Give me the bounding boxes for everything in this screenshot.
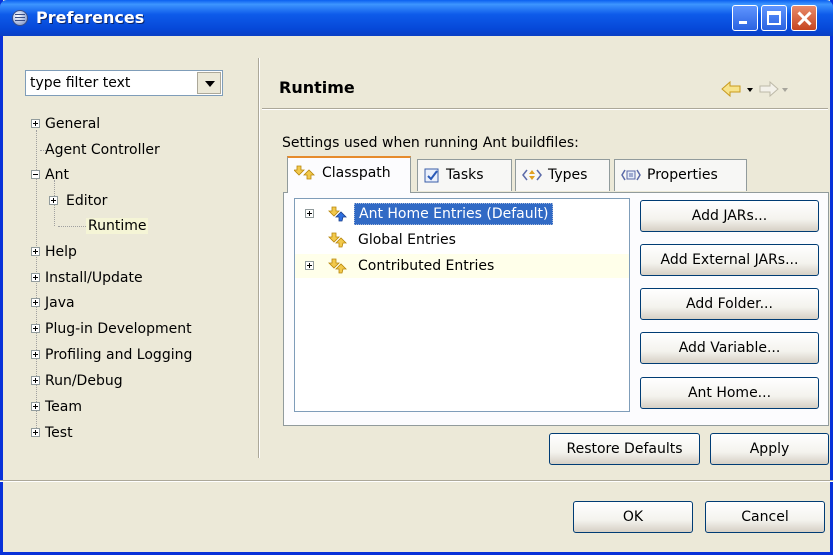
filter-combo[interactable]: type filter text	[25, 70, 223, 96]
tree-item-label: General	[45, 116, 101, 132]
tab-label: Tasks	[446, 167, 484, 183]
ok-button[interactable]: OK	[573, 501, 693, 533]
classpath-entry[interactable]: Global Entries	[295, 228, 629, 252]
ant-home-entries-icon	[328, 206, 347, 222]
tree-item-runtime[interactable]: Runtime	[86, 217, 149, 235]
tasks-icon	[424, 168, 439, 183]
maximize-button[interactable]	[761, 5, 787, 31]
ant-home-button[interactable]: Ant Home...	[640, 377, 819, 409]
expand-icon[interactable]	[31, 298, 40, 307]
types-icon	[522, 169, 542, 181]
back-menu-chevron-icon[interactable]	[747, 88, 753, 92]
tree-item-label: Plug-in Development	[45, 321, 192, 337]
forward-menu-chevron-icon[interactable]	[782, 88, 788, 92]
classpath-entry[interactable]: Contributed Entries	[295, 254, 629, 278]
classpath-tree[interactable]: Ant Home Entries (Default) Global Entrie…	[294, 198, 630, 412]
expand-icon[interactable]	[305, 261, 314, 270]
cancel-button[interactable]: Cancel	[705, 501, 825, 533]
title-bar[interactable]: Preferences	[0, 0, 833, 36]
tree-item-label: Run/Debug	[45, 373, 123, 389]
tab-label: Types	[548, 167, 588, 183]
classpath-entry-label: Ant Home Entries (Default)	[354, 203, 554, 225]
tree-item-label: Runtime	[86, 218, 149, 234]
minimize-button[interactable]	[732, 5, 758, 31]
forward-arrow-icon[interactable]	[759, 80, 779, 98]
expand-icon[interactable]	[31, 324, 40, 333]
chevron-down-icon[interactable]	[197, 72, 221, 94]
expand-icon[interactable]	[31, 119, 40, 128]
collapse-icon[interactable]	[31, 170, 40, 179]
header-separator	[262, 108, 828, 110]
add-variable-button[interactable]: Add Variable...	[640, 332, 819, 364]
classpath-entry-label: Contributed Entries	[358, 258, 495, 274]
close-button[interactable]	[791, 5, 817, 31]
classpath-icon	[294, 165, 315, 180]
tab-label: Classpath	[322, 165, 391, 181]
expand-icon[interactable]	[31, 376, 40, 385]
add-jars-button[interactable]: Add JARs...	[640, 200, 819, 232]
add-external-jars-button[interactable]: Add External JARs...	[640, 244, 819, 276]
tab-tasks[interactable]: Tasks	[417, 159, 512, 191]
back-arrow-icon[interactable]	[721, 80, 741, 98]
expand-icon[interactable]	[31, 273, 40, 282]
history-navigation	[721, 80, 788, 98]
eclipse-icon	[12, 10, 28, 26]
tree-item-label: Agent Controller	[45, 142, 160, 158]
tree-item-label: Profiling and Logging	[45, 347, 193, 363]
classpath-entry[interactable]: Ant Home Entries (Default)	[295, 202, 629, 226]
tree-item-label: Editor	[66, 193, 108, 209]
window-title: Preferences	[36, 8, 145, 27]
tab-properties[interactable]: Properties	[614, 159, 747, 191]
restore-defaults-button[interactable]: Restore Defaults	[549, 433, 700, 465]
global-entries-icon	[328, 232, 347, 248]
expand-icon[interactable]	[31, 350, 40, 359]
classpath-entry-label: Global Entries	[358, 232, 456, 248]
tab-classpath[interactable]: Classpath	[287, 156, 411, 193]
filter-input[interactable]: type filter text	[30, 75, 130, 91]
tab-types[interactable]: Types	[515, 159, 610, 191]
expand-icon[interactable]	[31, 402, 40, 411]
tree-item-label: Test	[45, 425, 73, 441]
tree-item-label: Java	[45, 295, 75, 311]
add-folder-button[interactable]: Add Folder...	[640, 288, 819, 320]
tab-label: Properties	[647, 167, 718, 183]
tree-item-label: Install/Update	[45, 270, 143, 286]
expand-icon[interactable]	[49, 196, 58, 205]
expand-icon[interactable]	[31, 247, 40, 256]
properties-icon	[621, 169, 641, 181]
page-title: Runtime	[279, 78, 355, 97]
sash[interactable]	[258, 58, 260, 458]
expand-icon[interactable]	[305, 209, 314, 218]
footer-separator	[0, 480, 833, 482]
apply-button[interactable]: Apply	[710, 433, 829, 465]
tree-item-label: Team	[45, 399, 83, 415]
tree-item-label: Help	[45, 244, 77, 260]
tree-item-label: Ant	[45, 167, 69, 183]
expand-icon[interactable]	[31, 428, 40, 437]
page-description: Settings used when running Ant buildfile…	[282, 135, 579, 151]
contributed-entries-icon	[328, 258, 347, 274]
